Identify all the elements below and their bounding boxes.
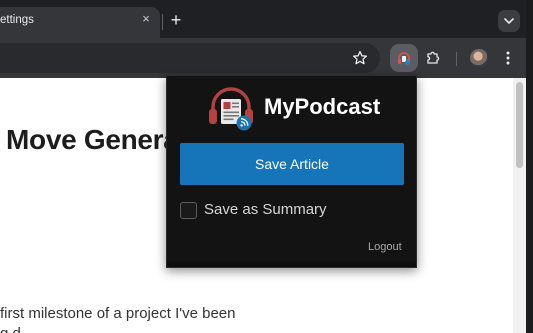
- scrollbar-thumb[interactable]: [516, 82, 523, 168]
- tab-search-button[interactable]: [498, 10, 520, 32]
- address-bar[interactable]: [0, 43, 380, 73]
- toolbar-separator: [456, 52, 457, 66]
- article-headline: Move Genera: [6, 124, 179, 155]
- extensions-puzzle-icon[interactable]: [425, 50, 441, 66]
- save-as-summary-checkbox[interactable]: [180, 202, 197, 219]
- browser-screenshot: ettings × + Move Genera first milestone …: [0, 0, 533, 333]
- window-frame-edge: [526, 0, 533, 333]
- star-icon[interactable]: [352, 50, 368, 66]
- kebab-menu-icon[interactable]: [503, 50, 513, 66]
- tab-separator: [162, 14, 163, 30]
- tab-settings[interactable]: ettings ×: [0, 7, 160, 38]
- mypodcast-extension-button[interactable]: [390, 44, 418, 72]
- save-as-summary-label[interactable]: Save as Summary: [204, 201, 327, 218]
- tab-strip: ettings × +: [0, 0, 526, 38]
- logout-link[interactable]: Logout: [368, 241, 402, 253]
- article-body-line: g d: [0, 325, 21, 333]
- new-tab-button[interactable]: +: [168, 11, 184, 29]
- save-article-button[interactable]: Save Article: [180, 143, 404, 185]
- brand-name: MyPodcast: [264, 94, 381, 119]
- browser-toolbar: [0, 38, 526, 78]
- popup-footer-shade: [167, 259, 416, 267]
- mypodcast-extension-icon: [398, 52, 410, 65]
- article-body-line: first milestone of a project I've been: [0, 305, 236, 322]
- tab-title: ettings: [0, 14, 34, 26]
- chevron-down-icon: [504, 17, 514, 24]
- mypodcast-logo-icon: [209, 87, 253, 131]
- tab-close-icon[interactable]: ×: [140, 12, 152, 25]
- profile-avatar[interactable]: [470, 49, 488, 67]
- mypodcast-popup: MyPodcast Save Article Save as Summary L…: [166, 75, 417, 268]
